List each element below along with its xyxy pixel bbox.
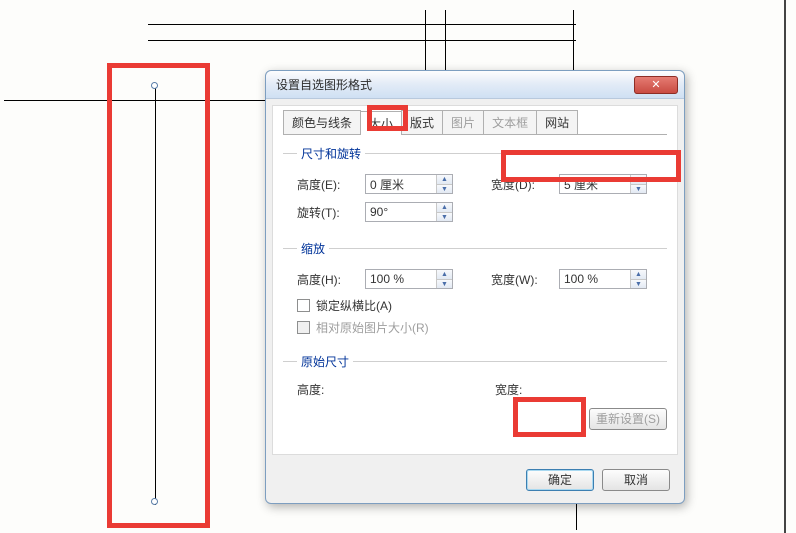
spin-down-icon[interactable]: ▼ (437, 212, 452, 221)
tab-textbox: 文本框 (483, 110, 537, 134)
orig-height-label: 高度: (297, 381, 365, 398)
legend-scale: 缩放 (297, 240, 329, 257)
rotation-spinner[interactable]: 90° ▲▼ (365, 202, 453, 222)
spin-up-icon[interactable]: ▲ (437, 175, 452, 184)
spin-up-icon[interactable]: ▲ (437, 203, 452, 212)
tab-colors-lines[interactable]: 颜色与线条 (283, 110, 361, 134)
close-button[interactable]: ✕ (634, 76, 678, 94)
tab-web[interactable]: 网站 (536, 110, 578, 134)
dialog-footer: 确定 取消 (266, 461, 684, 503)
rotation-label: 旋转(T): (297, 204, 365, 221)
tab-strip: 颜色与线条 大小 版式 图片 文本框 网站 (283, 110, 667, 135)
scale-height-value[interactable]: 100 % (366, 272, 436, 286)
legend-size-rotation: 尺寸和旋转 (297, 145, 365, 162)
dialog-titlebar[interactable]: 设置自选图形格式 ✕ (266, 71, 684, 99)
group-scale: 缩放 高度(H): 100 % ▲▼ 宽度(W): 100 % ▲▼ 锁定纵横比… (283, 240, 667, 343)
orig-width-label: 宽度: (495, 381, 563, 398)
spin-down-icon[interactable]: ▼ (631, 184, 646, 193)
height-spinner[interactable]: 0 厘米 ▲▼ (365, 174, 453, 194)
scale-width-spinner[interactable]: 100 % ▲▼ (559, 269, 647, 289)
scale-height-spinner[interactable]: 100 % ▲▼ (365, 269, 453, 289)
format-autoshape-dialog: 设置自选图形格式 ✕ 颜色与线条 大小 版式 图片 文本框 网站 尺寸和旋转 高… (265, 70, 685, 504)
height-value[interactable]: 0 厘米 (366, 176, 436, 193)
spin-down-icon[interactable]: ▼ (437, 184, 452, 193)
spin-up-icon[interactable]: ▲ (631, 270, 646, 279)
cancel-button[interactable]: 取消 (602, 469, 670, 491)
close-icon: ✕ (651, 78, 660, 91)
legend-original: 原始尺寸 (297, 353, 353, 370)
lock-aspect-checkbox[interactable] (297, 299, 310, 312)
scale-width-value[interactable]: 100 % (560, 272, 630, 286)
spin-up-icon[interactable]: ▲ (437, 270, 452, 279)
height-label: 高度(E): (297, 176, 365, 193)
group-original-size: 原始尺寸 高度: 宽度: 重新设置(S) (283, 353, 667, 434)
spin-down-icon[interactable]: ▼ (437, 279, 452, 288)
reset-button: 重新设置(S) (589, 408, 667, 430)
ok-button[interactable]: 确定 (526, 469, 594, 491)
lock-aspect-label: 锁定纵横比(A) (316, 297, 392, 314)
tab-picture: 图片 (442, 110, 484, 134)
rotation-value[interactable]: 90° (366, 205, 436, 219)
relative-original-checkbox (297, 321, 310, 334)
dialog-title: 设置自选图形格式 (276, 76, 634, 93)
spin-down-icon[interactable]: ▼ (631, 279, 646, 288)
relative-original-label: 相对原始图片大小(R) (316, 319, 429, 336)
scale-width-label: 宽度(W): (491, 271, 559, 288)
scale-height-label: 高度(H): (297, 271, 365, 288)
